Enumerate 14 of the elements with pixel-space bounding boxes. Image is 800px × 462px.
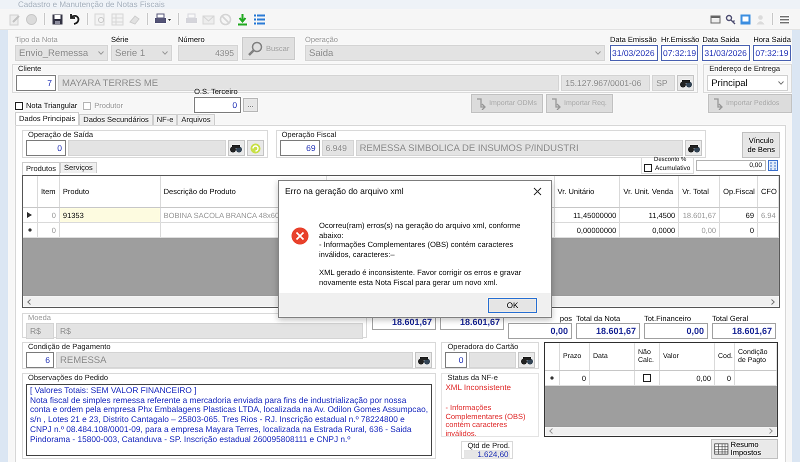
state-field: SP xyxy=(652,75,676,91)
window-title: Cadastro e Manutenção de Notas Fiscais xyxy=(18,0,165,9)
total-field: 0,00 xyxy=(644,323,708,339)
status-text: XML Inconsistente xyxy=(445,383,512,392)
total-field: 0,00 xyxy=(508,323,572,339)
currency-code-field: R$ xyxy=(26,323,54,339)
fiscal-operation-name-field: REMESSA SIMBOLICA DE INSUMOS P/INDUSTRI xyxy=(356,140,684,156)
total-field: 18.601,67 xyxy=(712,323,776,339)
cfop-field: 6.949 xyxy=(322,140,354,156)
payment-condition-name-field: REMESSA xyxy=(56,352,414,368)
currency-name-field: R$ xyxy=(56,323,363,339)
cnpj-field: 15.127.967/0001-06 xyxy=(561,75,650,91)
total-field: 18.601,67 xyxy=(576,323,640,339)
quantity-value: 1.624,60 xyxy=(464,450,510,459)
